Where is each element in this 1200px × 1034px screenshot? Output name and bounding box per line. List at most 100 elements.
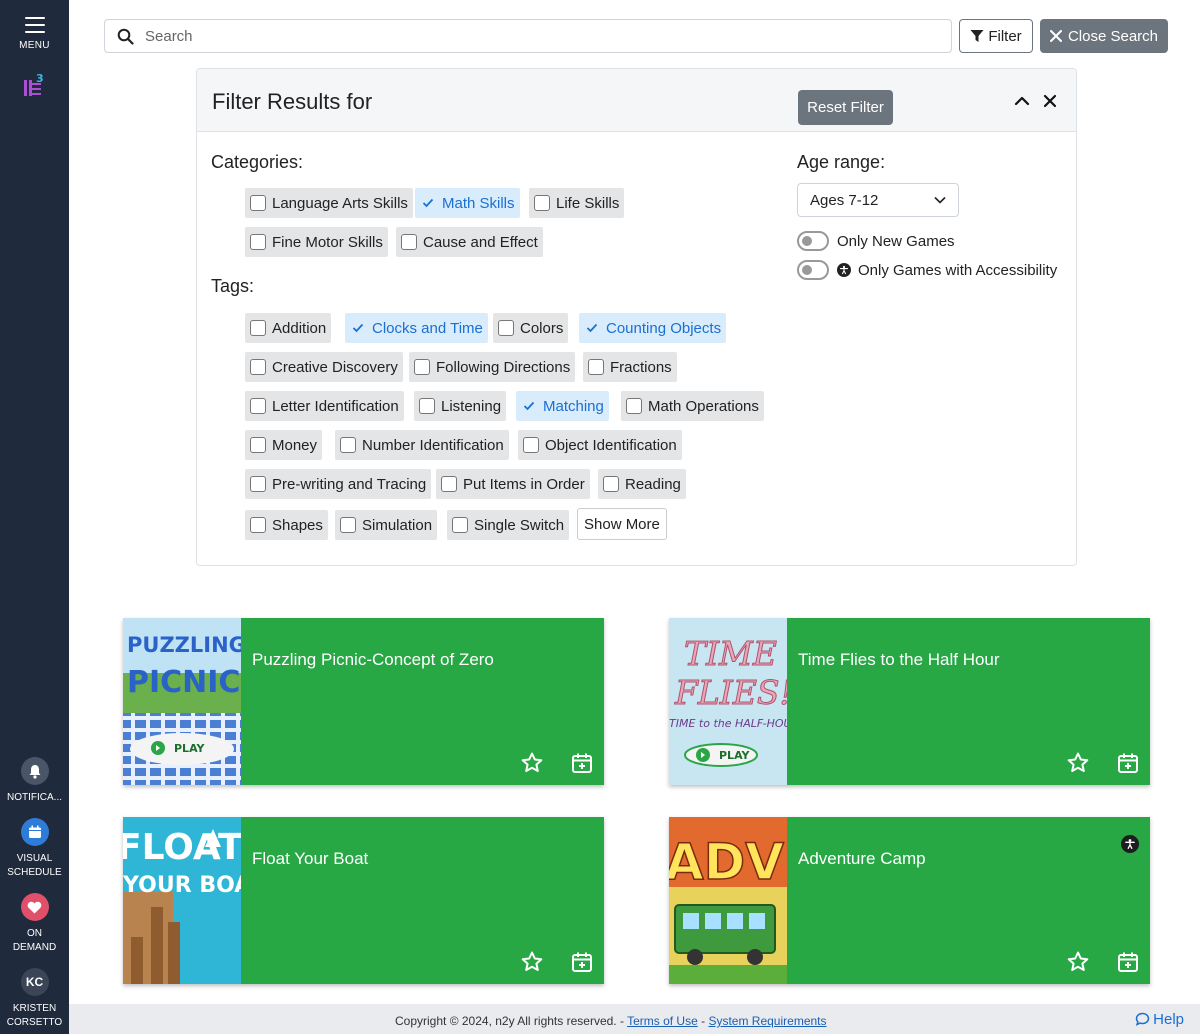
game-card[interactable]: TIME FLIES! TIME to the HALF-HOUR PLAY T… [669, 618, 1150, 785]
checkbox[interactable] [250, 234, 266, 250]
only-accessibility-toggle[interactable] [797, 260, 829, 280]
checkbox[interactable] [414, 359, 430, 375]
checkbox[interactable] [250, 398, 266, 414]
game-card[interactable]: FLOAT YOUR BOAT Float Your Boat [123, 817, 604, 984]
checkbox[interactable] [441, 476, 457, 492]
star-icon[interactable] [1066, 950, 1090, 974]
tag-chip[interactable]: Addition [245, 313, 332, 343]
help-label: Help [1153, 1011, 1184, 1028]
checkbox[interactable] [523, 437, 539, 453]
age-range-select[interactable]: Ages 7-12 [797, 183, 959, 217]
menu-button[interactable]: MENU [0, 14, 69, 51]
chip-label: Single Switch [474, 516, 565, 534]
tag-chip[interactable]: Number Identification [335, 430, 509, 460]
search-input[interactable] [145, 27, 951, 45]
star-icon[interactable] [1066, 751, 1090, 775]
filter-panel-header: Filter Results for Reset Filter [197, 69, 1076, 132]
accessibility-icon [837, 263, 851, 277]
tag-chip[interactable]: Listening [414, 391, 507, 421]
add-to-calendar-icon[interactable] [571, 752, 593, 774]
checkbox[interactable] [401, 234, 417, 250]
star-icon[interactable] [520, 950, 544, 974]
checkbox[interactable] [340, 437, 356, 453]
chevron-up-icon[interactable] [1013, 92, 1031, 110]
checkbox[interactable] [250, 517, 266, 533]
only-accessibility-label: Only Games with Accessibility [858, 261, 1058, 279]
tag-chip[interactable]: Colors [493, 313, 569, 343]
sidebar-item-on-demand[interactable]: ON DEMAND [0, 893, 69, 955]
help-button[interactable]: Help [1135, 1011, 1184, 1028]
tag-chip[interactable]: Creative Discovery [245, 352, 403, 382]
category-chip[interactable]: Math Skills [415, 188, 520, 218]
category-chip[interactable]: Fine Motor Skills [245, 227, 388, 257]
category-chip[interactable]: Language Arts Skills [245, 188, 413, 218]
checkbox[interactable] [250, 359, 266, 375]
tag-chip[interactable]: Counting Objects [579, 313, 727, 343]
checkbox[interactable] [250, 437, 266, 453]
reset-filter-button[interactable]: Reset Filter [798, 90, 893, 125]
checkbox[interactable] [340, 517, 356, 533]
add-to-calendar-icon[interactable] [571, 951, 593, 973]
game-title: Adventure Camp [798, 849, 926, 868]
sidebar-item-notifications[interactable]: NOTIFICA... [0, 757, 69, 805]
checkbox[interactable] [250, 195, 266, 211]
game-thumbnail: PUZZLING PICNIC PLAY [123, 618, 241, 785]
svg-text:FLOAT: FLOAT [123, 827, 241, 868]
n2y-logo-icon: 3 [24, 72, 44, 96]
footer-separator: - [701, 1014, 706, 1028]
checkbox[interactable] [603, 476, 619, 492]
close-panel-icon[interactable] [1041, 92, 1059, 110]
add-to-calendar-icon[interactable] [1117, 951, 1139, 973]
tag-chip[interactable]: Simulation [335, 510, 438, 540]
chip-label: Math Operations [648, 397, 759, 415]
checkbox[interactable] [626, 398, 642, 414]
check-icon[interactable] [350, 320, 366, 336]
game-title: Time Flies to the Half Hour [798, 650, 1000, 669]
tag-chip[interactable]: Pre-writing and Tracing [245, 469, 432, 499]
tag-chip[interactable]: Matching [516, 391, 609, 421]
checkbox[interactable] [534, 195, 550, 211]
terms-of-use-link[interactable]: Terms of Use [627, 1014, 698, 1028]
checkbox[interactable] [419, 398, 435, 414]
checkbox[interactable] [452, 517, 468, 533]
only-new-games-toggle[interactable] [797, 231, 829, 251]
bell-icon [20, 757, 49, 785]
filter-button[interactable]: Filter [959, 19, 1033, 53]
star-icon[interactable] [520, 751, 544, 775]
tag-chip[interactable]: Shapes [245, 510, 328, 540]
tag-chip[interactable]: Reading [598, 469, 686, 499]
tag-chip[interactable]: Fractions [583, 352, 677, 382]
tag-chip[interactable]: Single Switch [447, 510, 570, 540]
game-card[interactable]: PUZZLING PICNIC PLAY Puzzling Picnic-Con… [123, 618, 604, 785]
checkbox[interactable] [250, 320, 266, 336]
game-card[interactable]: ADVE Adventure Camp [669, 817, 1150, 984]
category-chip[interactable]: Cause and Effect [396, 227, 543, 257]
footer-text: Copyright © 2024, n2y All rights reserve… [395, 1014, 827, 1028]
check-icon[interactable] [521, 398, 537, 414]
user-last-name: CORSETTO [6, 1017, 63, 1028]
checkbox[interactable] [498, 320, 514, 336]
sidebar-item-user[interactable]: KC KRISTEN CORSETTO [0, 968, 69, 1030]
age-range-value: Ages 7-12 [810, 191, 879, 209]
tag-chip[interactable]: Letter Identification [245, 391, 404, 421]
tag-chip[interactable]: Money [245, 430, 323, 460]
tag-chip[interactable]: Object Identification [518, 430, 682, 460]
checkbox[interactable] [250, 476, 266, 492]
close-search-button[interactable]: Close Search [1040, 19, 1168, 53]
tag-chip[interactable]: Math Operations [621, 391, 764, 421]
tag-chip[interactable]: Clocks and Time [345, 313, 488, 343]
tag-chip[interactable]: Put Items in Order [436, 469, 590, 499]
sidebar-item-label: ON [27, 928, 42, 939]
sidebar-item-visual-schedule[interactable]: VISUAL SCHEDULE [0, 818, 69, 880]
close-search-label: Close Search [1067, 27, 1159, 45]
game-title: Puzzling Picnic-Concept of Zero [252, 650, 494, 669]
svg-text:PLAY: PLAY [719, 749, 751, 762]
category-chip[interactable]: Life Skills [529, 188, 625, 218]
add-to-calendar-icon[interactable] [1117, 752, 1139, 774]
check-icon[interactable] [420, 195, 436, 211]
show-more-button[interactable]: Show More [577, 508, 667, 540]
system-requirements-link[interactable]: System Requirements [708, 1014, 826, 1028]
checkbox[interactable] [588, 359, 604, 375]
check-icon[interactable] [584, 320, 600, 336]
tag-chip[interactable]: Following Directions [409, 352, 576, 382]
